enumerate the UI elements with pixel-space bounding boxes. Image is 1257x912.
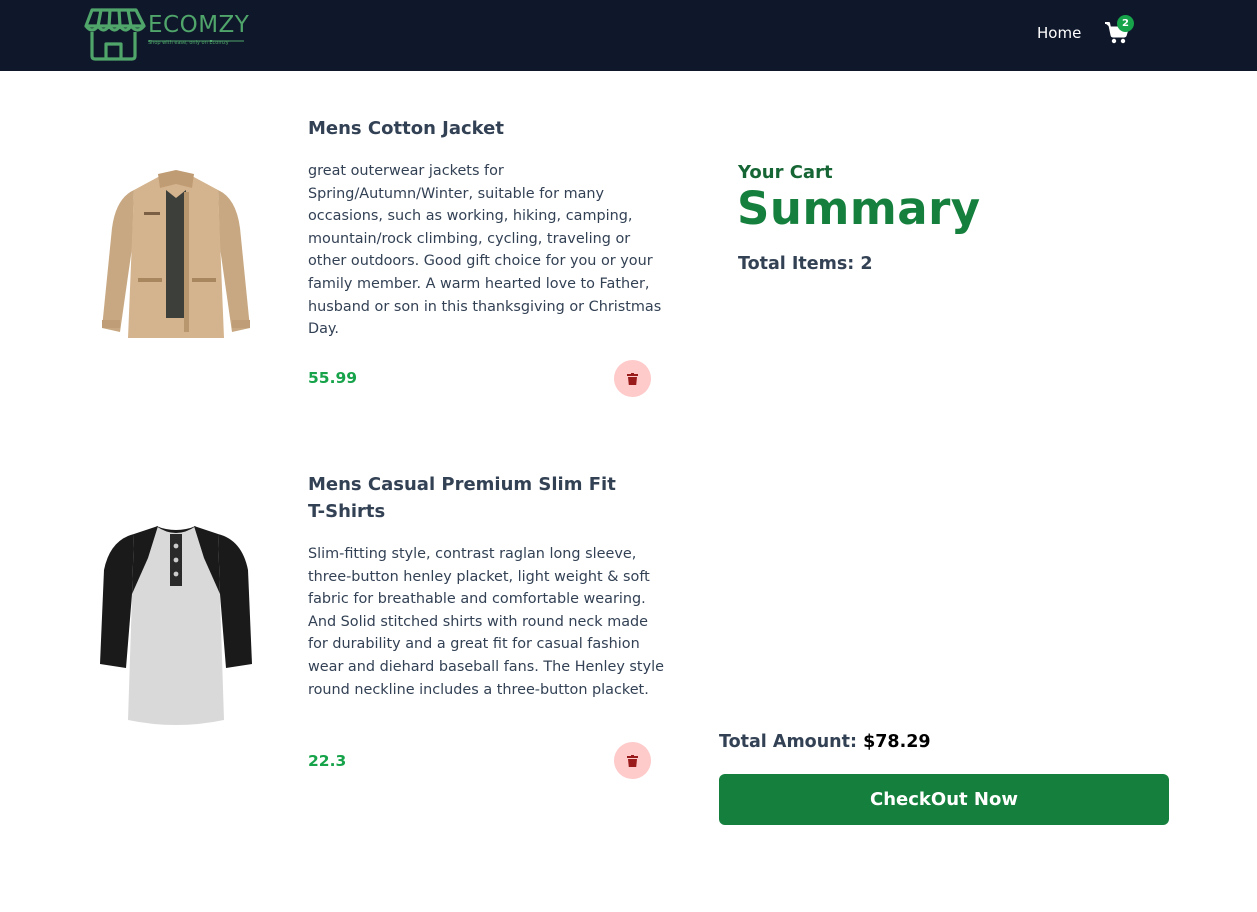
item-title: Mens Casual Premium Slim Fit T-Shirts xyxy=(308,474,616,522)
total-amount: Total Amount: $78.29 xyxy=(719,730,931,754)
jacket-image xyxy=(102,170,250,338)
navbar: ECOMZY Shop with ease, only on Ecomzy Ho… xyxy=(0,0,1257,71)
total-items: Total Items: 2 xyxy=(738,254,873,274)
item-description: great outerwear jackets for Spring/Autum… xyxy=(308,163,662,338)
remove-item-button[interactable] xyxy=(614,742,651,779)
summary-title: Summary xyxy=(737,182,981,235)
item-price: 55.99 xyxy=(308,369,358,387)
logo-text: ECOMZY xyxy=(148,12,250,38)
item-description: Slim-fitting style, contrast raglan long… xyxy=(308,546,664,698)
trash-icon xyxy=(627,754,638,767)
logo-tagline: Shop with ease, only on Ecomzy xyxy=(148,40,229,46)
nav-home-link[interactable]: Home xyxy=(1037,23,1081,43)
cart-count-badge: 2 xyxy=(1117,15,1134,32)
cart-item: Mens Cotton Jacket great outerwear jacke… xyxy=(100,110,661,410)
total-amount-value: $78.29 xyxy=(863,732,931,752)
trash-icon xyxy=(627,372,638,385)
cart-item: Mens Casual Premium Slim Fit T-Shirts Sl… xyxy=(100,466,664,796)
item-price: 22.3 xyxy=(308,752,347,770)
remove-item-button[interactable] xyxy=(614,360,651,397)
total-amount-label: Total Amount: xyxy=(719,732,857,752)
checkout-button[interactable]: CheckOut Now xyxy=(719,774,1169,825)
item-title: Mens Cotton Jacket xyxy=(308,118,504,139)
tshirt-image xyxy=(100,526,252,725)
